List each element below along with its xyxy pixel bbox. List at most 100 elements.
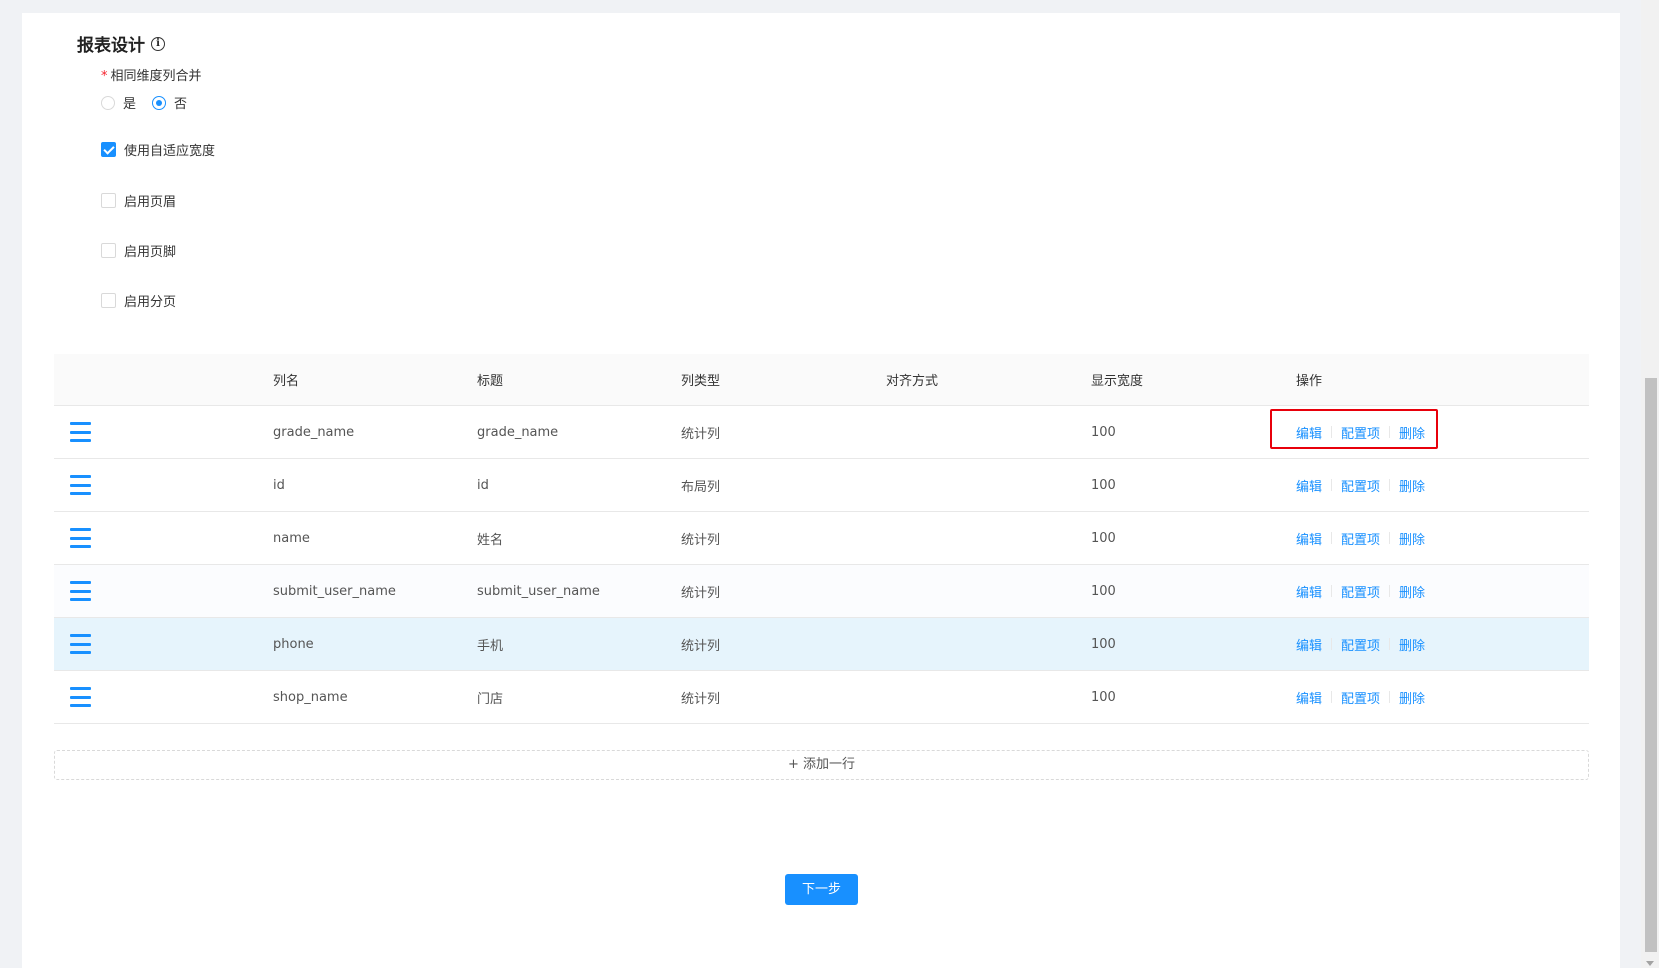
config-link[interactable]: 配置项: [1341, 582, 1380, 601]
cell-width: 100: [1091, 689, 1116, 705]
drag-handle-icon[interactable]: [70, 475, 91, 495]
cell-type: 统计列: [681, 638, 721, 654]
table-row: grade_name grade_name 统计列 100 编辑 配置项 删除: [54, 406, 1589, 459]
cell-actions: 编辑 配置项 删除: [1296, 688, 1589, 707]
checkbox-adaptive-width-box[interactable]: [101, 142, 116, 157]
table-row: name 姓名 统计列 100 编辑 配置项 删除: [54, 512, 1589, 565]
radio-no-circle[interactable]: [152, 95, 167, 110]
radio-yes-label: 是: [123, 97, 137, 112]
delete-link[interactable]: 删除: [1399, 582, 1425, 601]
scrollbar-thumb[interactable]: [1645, 378, 1657, 952]
cell-type: 统计列: [681, 585, 721, 601]
cell-actions: 编辑 配置项 删除: [1296, 529, 1589, 548]
header-column-type: 列类型: [681, 374, 721, 389]
drag-handle-icon[interactable]: [70, 581, 91, 601]
checkbox-header-label: 启用页眉: [124, 195, 177, 210]
drag-handle-icon[interactable]: [70, 634, 91, 654]
checkbox-pagination-box[interactable]: [101, 293, 116, 308]
header-alignment: 对齐方式: [886, 374, 939, 389]
config-link[interactable]: 配置项: [1341, 423, 1380, 442]
config-link[interactable]: 配置项: [1341, 635, 1380, 654]
table-row: shop_name 门店 统计列 100 编辑 配置项 删除: [54, 671, 1589, 724]
checkbox-adaptive-width[interactable]: 使用自适应宽度: [101, 140, 215, 159]
checkbox-pagination[interactable]: 启用分页: [101, 291, 176, 310]
delete-link[interactable]: 删除: [1399, 529, 1425, 548]
divider: [1389, 638, 1391, 650]
cell-name: grade_name: [273, 424, 355, 440]
cell-title: 手机: [477, 638, 504, 654]
vertical-scrollbar[interactable]: [1641, 0, 1659, 968]
divider: [1331, 585, 1333, 597]
info-icon[interactable]: i: [151, 36, 165, 51]
cell-actions: 编辑 配置项 删除: [1296, 582, 1589, 601]
drag-cell: [54, 581, 273, 601]
edit-link[interactable]: 编辑: [1296, 476, 1322, 495]
edit-link[interactable]: 编辑: [1296, 688, 1322, 707]
checkbox-footer-box[interactable]: [101, 243, 116, 258]
cell-title: id: [477, 477, 489, 493]
columns-table: 列名 标题 列类型 对齐方式 显示宽度 操作 grade_name grade_…: [54, 354, 1589, 724]
delete-link[interactable]: 删除: [1399, 476, 1425, 495]
radio-option-yes[interactable]: 是: [101, 93, 136, 112]
drag-cell: [54, 687, 273, 707]
cell-name: id: [273, 477, 285, 493]
table-row: submit_user_name submit_user_name 统计列 10…: [54, 565, 1589, 618]
divider: [1389, 691, 1391, 703]
cell-name: shop_name: [273, 689, 348, 705]
cell-actions: 编辑 配置项 删除: [1296, 423, 1589, 442]
scroll-down-arrow-icon[interactable]: [1646, 961, 1654, 966]
cell-title: 姓名: [477, 532, 504, 548]
drag-cell: [54, 475, 273, 495]
drag-cell: [54, 634, 273, 654]
edit-link[interactable]: 编辑: [1296, 635, 1322, 654]
drag-cell: [54, 422, 273, 442]
config-link[interactable]: 配置项: [1341, 529, 1380, 548]
cell-type: 统计列: [681, 691, 721, 707]
header-column-name: 列名: [273, 374, 300, 389]
cell-width: 100: [1091, 477, 1116, 493]
divider: [1331, 426, 1333, 438]
divider: [1331, 691, 1333, 703]
config-link[interactable]: 配置项: [1341, 688, 1380, 707]
delete-link[interactable]: 删除: [1399, 688, 1425, 707]
add-row-button[interactable]: + 添加一行: [54, 750, 1589, 780]
merge-radio-group: 是 否: [101, 93, 203, 112]
table-row: id id 布局列 100 编辑 配置项 删除: [54, 459, 1589, 512]
checkbox-pagination-label: 启用分页: [124, 295, 177, 310]
radio-yes-circle[interactable]: [101, 95, 115, 110]
section-title: 报表设计 i: [77, 31, 165, 56]
delete-link[interactable]: 删除: [1399, 423, 1425, 442]
drag-handle-icon[interactable]: [70, 422, 91, 442]
cell-name: phone: [273, 636, 314, 652]
checkbox-header-box[interactable]: [101, 193, 116, 208]
config-link[interactable]: 配置项: [1341, 476, 1380, 495]
drag-cell: [54, 528, 273, 548]
divider: [1389, 479, 1391, 491]
table-header: 列名 标题 列类型 对齐方式 显示宽度 操作: [54, 354, 1589, 406]
drag-handle-icon[interactable]: [70, 687, 91, 707]
table-row: phone 手机 统计列 100 编辑 配置项 删除: [54, 618, 1589, 671]
next-step-button[interactable]: 下一步: [785, 874, 858, 905]
edit-link[interactable]: 编辑: [1296, 582, 1322, 601]
cell-actions: 编辑 配置项 删除: [1296, 476, 1589, 495]
checkbox-header[interactable]: 启用页眉: [101, 191, 176, 210]
drag-handle-icon[interactable]: [70, 528, 91, 548]
delete-link[interactable]: 删除: [1399, 635, 1425, 654]
cell-title: 门店: [477, 691, 504, 707]
header-title: 标题: [477, 374, 504, 389]
divider: [1331, 479, 1333, 491]
edit-link[interactable]: 编辑: [1296, 423, 1322, 442]
header-display-width: 显示宽度: [1091, 374, 1144, 389]
cell-type: 统计列: [681, 426, 721, 442]
cell-width: 100: [1091, 636, 1116, 652]
divider: [1389, 585, 1391, 597]
radio-option-no[interactable]: 否: [152, 93, 187, 112]
edit-link[interactable]: 编辑: [1296, 529, 1322, 548]
divider: [1331, 638, 1333, 650]
cell-width: 100: [1091, 583, 1116, 599]
report-design-panel: 报表设计 i * 相同维度列合并 是 否 使用自适应宽度 启用页眉 启用页脚 启用…: [22, 13, 1620, 968]
checkbox-footer[interactable]: 启用页脚: [101, 241, 176, 260]
required-mark: *: [101, 69, 108, 84]
merge-field-label: * 相同维度列合并: [101, 65, 202, 84]
cell-type: 统计列: [681, 532, 721, 548]
